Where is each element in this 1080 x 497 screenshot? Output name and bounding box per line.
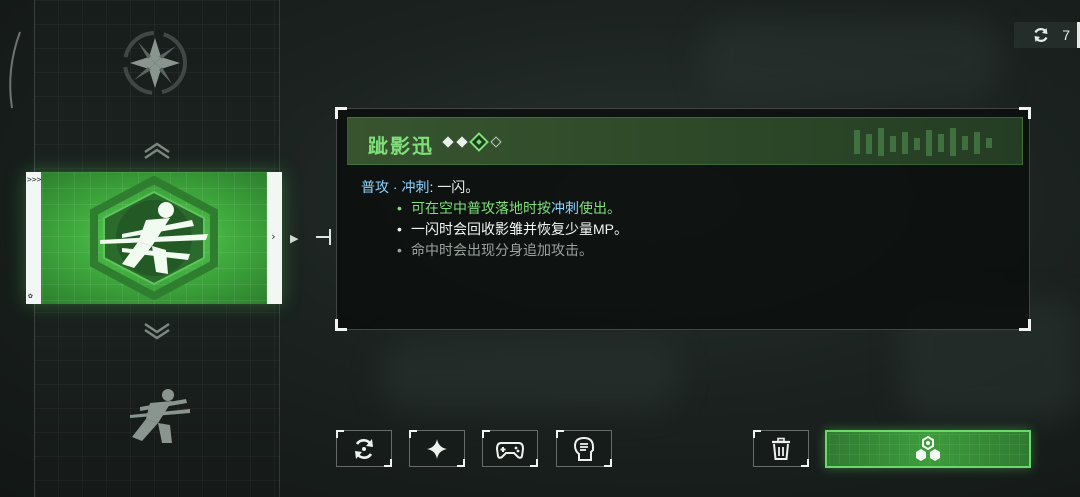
reset-counter: 7 [1014, 22, 1080, 48]
decor-arc [9, 31, 21, 109]
selected-skill-card[interactable]: >>> ✿ › [26, 172, 282, 304]
equip-button[interactable] [825, 430, 1031, 468]
head-bulb-icon [573, 436, 594, 461]
dash-runner-icon[interactable] [120, 385, 200, 445]
dash-slash-icon [90, 176, 218, 300]
level-pip-current [469, 132, 489, 152]
discard-button[interactable] [753, 430, 809, 467]
skill-description-panel: 跐影迅 普攻 · 冲刺: 一闪。 可在空中普攻落地时按冲刺使出。 一闪时会回 [335, 107, 1031, 331]
list-item: 可在空中普攻落地时按冲刺使出。 [397, 198, 1001, 219]
trash-icon [772, 437, 790, 460]
module-icon [916, 435, 940, 461]
sparkle-icon [427, 438, 447, 459]
skill-type-label: 普攻 · 冲刺 [361, 179, 430, 195]
swap-button[interactable] [336, 430, 392, 467]
skill-effects-list: 可在空中普攻落地时按冲刺使出。 一闪时会回收影雏并恢复少量MP。 命中时会出现分… [361, 198, 1001, 261]
level-pip [456, 136, 468, 148]
swap-icon [355, 438, 373, 459]
level-pip [442, 136, 454, 148]
skill-header: 跐影迅 [347, 117, 1023, 165]
skill-type-line: 普攻 · 冲刺: 一闪。 [361, 179, 480, 195]
hint-button[interactable] [556, 430, 612, 467]
level-pip-empty [490, 136, 502, 148]
selection-arrow-icon: ▶ [290, 233, 299, 245]
list-item: 命中时会出现分身追加攻击。 [397, 240, 1001, 261]
card-strip-right: › [267, 172, 282, 304]
gamepad-icon [495, 441, 525, 459]
card-strip-left: >>> ✿ [26, 172, 41, 304]
chevron-down-icon[interactable] [142, 322, 172, 342]
shuriken-icon[interactable] [120, 28, 190, 98]
skill-name: 跐影迅 [368, 136, 434, 158]
header-decoration [854, 128, 992, 156]
chevron-up-icon[interactable] [142, 140, 172, 160]
refresh-icon [1034, 28, 1048, 42]
skill-description: 普攻 · 冲刺: 一闪。 可在空中普攻落地时按冲刺使出。 一闪时会回收影雏并恢复… [361, 177, 1001, 261]
connector-bracket [316, 229, 331, 245]
skill-level-pips [442, 132, 502, 152]
enhance-button[interactable] [409, 430, 465, 467]
controller-button[interactable] [482, 430, 538, 467]
reset-count: 7 [1062, 27, 1070, 43]
list-item: 一闪时会回收影雏并恢复少量MP。 [397, 219, 1001, 240]
skill-type-value: 一闪。 [437, 179, 480, 195]
